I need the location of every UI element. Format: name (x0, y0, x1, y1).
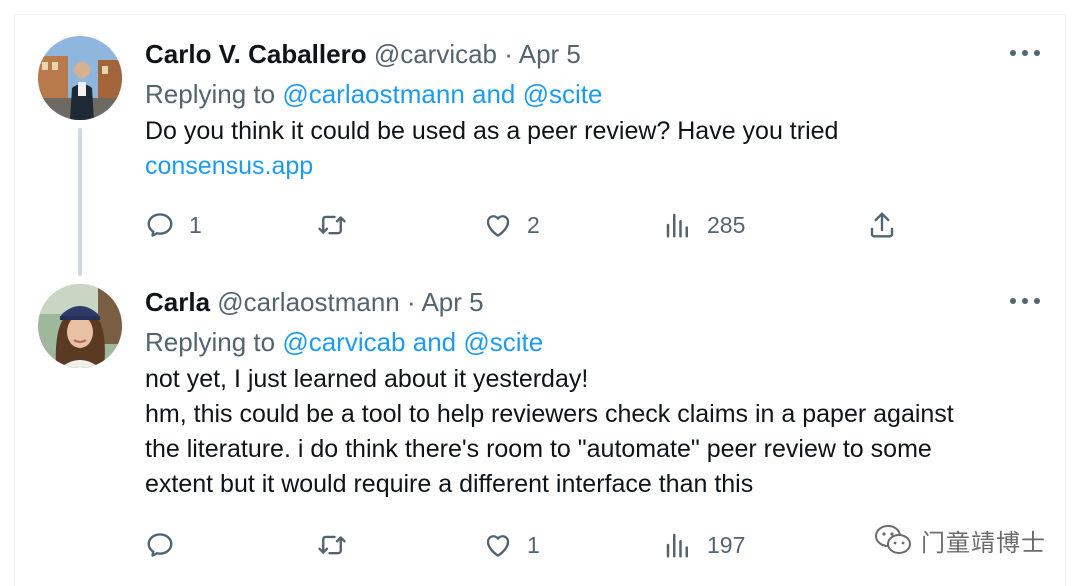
views-button[interactable]: 197 (663, 528, 745, 562)
views-button[interactable]: 285 (663, 208, 745, 242)
tweet-body: not yet, I just learned about it yesterd… (145, 362, 1030, 502)
tweet-link[interactable]: consensus.app (145, 152, 313, 180)
separator: · (504, 39, 513, 69)
replying-prefix: Replying to (145, 327, 276, 357)
share-icon (870, 212, 894, 238)
author-handle[interactable]: @carvicab (374, 39, 497, 69)
retweet-button[interactable] (317, 208, 347, 242)
reply-button[interactable] (145, 528, 175, 562)
share-button[interactable] (867, 208, 897, 242)
author-name[interactable]: Carlo V. Caballero (145, 39, 367, 69)
like-button[interactable]: 2 (483, 208, 540, 242)
author-handle[interactable]: @carlaostmann (217, 287, 399, 317)
replying-to-line: Replying to @carvicab and @scite (145, 326, 1030, 358)
retweet-icon (318, 535, 346, 555)
tweet-header: Carla @carlaostmann · Apr 5 (145, 286, 1030, 318)
retweet-button[interactable] (317, 528, 347, 562)
avatar-photo-carla (38, 284, 122, 368)
tweet-date[interactable]: Apr 5 (519, 39, 581, 69)
tweet-date[interactable]: Apr 5 (421, 287, 483, 317)
tweet-carlo[interactable]: Carlo V. Caballero @carvicab · Apr 5 Rep… (0, 20, 1080, 265)
views-icon (666, 533, 688, 558)
reply-count: 1 (189, 211, 202, 238)
tweet-body: Do you think it could be used as a peer … (145, 114, 1030, 184)
views-icon (666, 213, 688, 238)
reply-icon (147, 213, 173, 237)
watermark-text: 门童靖博士 (921, 529, 1046, 557)
like-count: 1 (527, 531, 540, 558)
replying-to-mentions[interactable]: @carvicab and @scite (282, 327, 543, 357)
view-count: 285 (707, 211, 746, 238)
reply-icon (147, 533, 173, 557)
reply-button[interactable]: 1 (145, 208, 202, 242)
tweet-header: Carlo V. Caballero @carvicab · Apr 5 (145, 38, 1030, 70)
tweet-text-line: Do you think it could be used as a peer … (145, 117, 839, 145)
view-count: 197 (707, 531, 746, 558)
like-button[interactable]: 1 (483, 528, 540, 562)
tweet-text-line: not yet, I just learned about it yesterd… (145, 365, 589, 393)
separator: · (407, 287, 416, 317)
wechat-icon (875, 525, 911, 554)
retweet-icon (318, 215, 346, 235)
avatar-photo-carlo (38, 36, 122, 120)
tweet-text-line: the literature. i do think there's room … (145, 435, 932, 463)
avatar[interactable] (38, 284, 122, 368)
tweet-actions: 1 2 285 (145, 208, 1080, 242)
tweet-text-line: hm, this could be a tool to help reviewe… (145, 400, 954, 428)
more-icon[interactable] (1010, 296, 1040, 306)
heart-icon (486, 215, 510, 237)
replying-to-mentions[interactable]: @carlaostmann and @scite (282, 79, 602, 109)
avatar[interactable] (38, 36, 122, 120)
watermark: 门童靖博士 (873, 522, 1046, 558)
author-name[interactable]: Carla (145, 287, 210, 317)
like-count: 2 (527, 211, 540, 238)
replying-to-line: Replying to @carlaostmann and @scite (145, 78, 1030, 110)
more-icon[interactable] (1010, 48, 1040, 58)
tweet-text-line: extent but it would require a different … (145, 470, 754, 498)
heart-icon (486, 535, 510, 557)
replying-prefix: Replying to (145, 79, 276, 109)
